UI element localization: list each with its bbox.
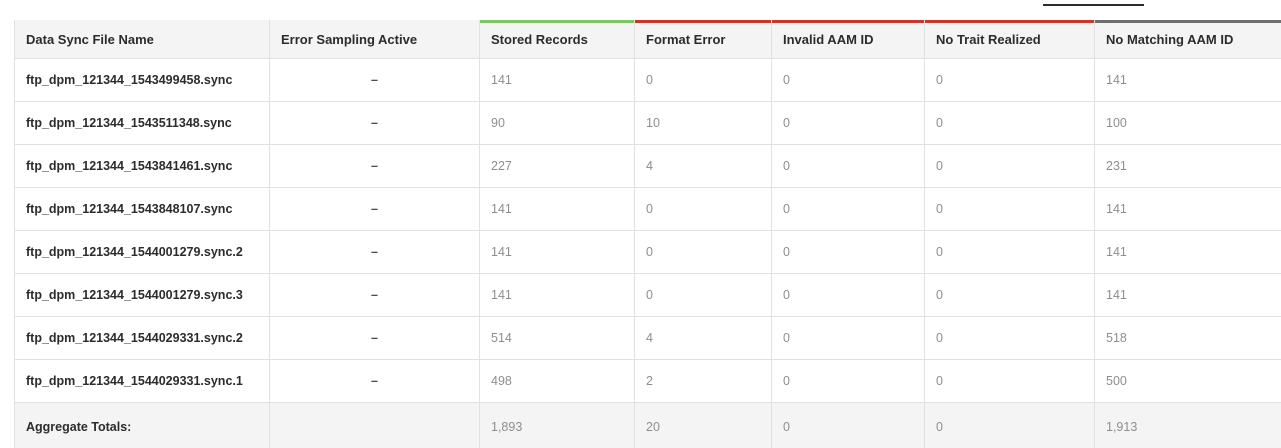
cell-no-trait-realized: 0: [924, 230, 1095, 274]
cell-format-error: 0: [634, 230, 772, 274]
cell-file-name: ftp_dpm_121344_1543848107.sync: [14, 187, 270, 231]
cell-error-sampling: –: [269, 230, 480, 274]
total-invalid-aam-id: 0: [771, 402, 925, 448]
column-accent-bar: [15, 20, 269, 23]
column-accent-bar: [270, 20, 479, 23]
column-accent-bar: [925, 20, 1094, 23]
table-row: ftp_dpm_121344_1543511348.sync – 90 10 0…: [14, 101, 1281, 145]
aggregate-totals-row: Aggregate Totals: 1,893 20 0 0 1,913: [14, 402, 1281, 448]
cell-no-matching-aam-id: 500: [1094, 359, 1281, 403]
cell-invalid-aam-id: 0: [771, 144, 925, 188]
column-header-label: Format Error: [646, 32, 726, 48]
cell-file-name: ftp_dpm_121344_1543841461.sync: [14, 144, 270, 188]
column-accent-bar: [772, 20, 924, 23]
cell-stored-records: 141: [479, 273, 635, 317]
cell-error-sampling: –: [269, 58, 480, 102]
cell-error-sampling: –: [269, 101, 480, 145]
aggregate-totals-label: Aggregate Totals:: [14, 402, 270, 448]
cell-file-name: ftp_dpm_121344_1544029331.sync.1: [14, 359, 270, 403]
cell-stored-records: 227: [479, 144, 635, 188]
cell-stored-records: 141: [479, 187, 635, 231]
column-accent-bar: [480, 20, 634, 23]
cell-error-sampling: –: [269, 273, 480, 317]
table-row: ftp_dpm_121344_1543499458.sync – 141 0 0…: [14, 58, 1281, 102]
column-header-label: Error Sampling Active: [281, 32, 418, 48]
cell-invalid-aam-id: 0: [771, 58, 925, 102]
cell-stored-records: 498: [479, 359, 635, 403]
table-row: ftp_dpm_121344_1543841461.sync – 227 4 0…: [14, 144, 1281, 188]
cell-no-matching-aam-id: 141: [1094, 230, 1281, 274]
cell-no-matching-aam-id: 518: [1094, 316, 1281, 360]
cell-error-sampling: –: [269, 359, 480, 403]
table-header-row: Data Sync File Name Error Sampling Activ…: [14, 20, 1281, 59]
table-row: ftp_dpm_121344_1544001279.sync.2 – 141 0…: [14, 230, 1281, 274]
cell-no-matching-aam-id: 141: [1094, 273, 1281, 317]
cell-stored-records: 141: [479, 58, 635, 102]
cell-no-matching-aam-id: 231: [1094, 144, 1281, 188]
table-row: ftp_dpm_121344_1543848107.sync – 141 0 0…: [14, 187, 1281, 231]
cell-invalid-aam-id: 0: [771, 101, 925, 145]
table-row: ftp_dpm_121344_1544029331.sync.2 – 514 4…: [14, 316, 1281, 360]
cell-invalid-aam-id: 0: [771, 273, 925, 317]
column-header-label: No Trait Realized: [936, 32, 1041, 48]
cell-format-error: 4: [634, 316, 772, 360]
cell-invalid-aam-id: 0: [771, 359, 925, 403]
total-stored-records: 1,893: [479, 402, 635, 448]
column-header-format-error[interactable]: Format Error: [634, 20, 772, 59]
cell-no-trait-realized: 0: [924, 273, 1095, 317]
cell-no-matching-aam-id: 100: [1094, 101, 1281, 145]
data-sync-table: Data Sync File Name Error Sampling Activ…: [14, 20, 1281, 448]
column-header-no-trait-realized[interactable]: No Trait Realized: [924, 20, 1095, 59]
column-header-stored-records[interactable]: Stored Records: [479, 20, 635, 59]
table-row: ftp_dpm_121344_1544001279.sync.3 – 141 0…: [14, 273, 1281, 317]
cell-file-name: ftp_dpm_121344_1543511348.sync: [14, 101, 270, 145]
column-header-label: Stored Records: [491, 32, 588, 48]
column-accent-bar: [635, 20, 771, 23]
cell-format-error: 10: [634, 101, 772, 145]
cell-no-matching-aam-id: 141: [1094, 58, 1281, 102]
cell-file-name: ftp_dpm_121344_1544001279.sync.3: [14, 273, 270, 317]
column-header-no-matching-aam-id[interactable]: No Matching AAM ID: [1094, 20, 1281, 59]
cell-stored-records: 90: [479, 101, 635, 145]
cell-no-trait-realized: 0: [924, 187, 1095, 231]
total-format-error: 20: [634, 402, 772, 448]
page: Data Sync File Name Error Sampling Activ…: [0, 0, 1281, 448]
cell-error-sampling: –: [269, 144, 480, 188]
cell-stored-records: 141: [479, 230, 635, 274]
cell-error-sampling: –: [269, 187, 480, 231]
column-header-label: Invalid AAM ID: [783, 32, 874, 48]
active-tab-underline: [1043, 4, 1144, 6]
column-header-label: Data Sync File Name: [26, 32, 154, 48]
cell-format-error: 0: [634, 187, 772, 231]
cell-no-trait-realized: 0: [924, 359, 1095, 403]
cell-invalid-aam-id: 0: [771, 187, 925, 231]
cell-invalid-aam-id: 0: [771, 230, 925, 274]
cell-no-trait-realized: 0: [924, 101, 1095, 145]
total-error-sampling: [269, 402, 480, 448]
column-accent-bar: [1095, 20, 1281, 23]
table-row: ftp_dpm_121344_1544029331.sync.1 – 498 2…: [14, 359, 1281, 403]
total-no-trait-realized: 0: [924, 402, 1095, 448]
cell-format-error: 2: [634, 359, 772, 403]
cell-file-name: ftp_dpm_121344_1544029331.sync.2: [14, 316, 270, 360]
cell-format-error: 0: [634, 273, 772, 317]
column-header-file-name[interactable]: Data Sync File Name: [14, 20, 270, 59]
cell-no-trait-realized: 0: [924, 58, 1095, 102]
total-no-matching-aam-id: 1,913: [1094, 402, 1281, 448]
cell-no-matching-aam-id: 141: [1094, 187, 1281, 231]
cell-stored-records: 514: [479, 316, 635, 360]
cell-error-sampling: –: [269, 316, 480, 360]
cell-file-name: ftp_dpm_121344_1543499458.sync: [14, 58, 270, 102]
cell-format-error: 0: [634, 58, 772, 102]
column-header-error-sampling[interactable]: Error Sampling Active: [269, 20, 480, 59]
cell-no-trait-realized: 0: [924, 144, 1095, 188]
cell-no-trait-realized: 0: [924, 316, 1095, 360]
cell-format-error: 4: [634, 144, 772, 188]
column-header-label: No Matching AAM ID: [1106, 32, 1234, 48]
column-header-invalid-aam-id[interactable]: Invalid AAM ID: [771, 20, 925, 59]
cell-file-name: ftp_dpm_121344_1544001279.sync.2: [14, 230, 270, 274]
cell-invalid-aam-id: 0: [771, 316, 925, 360]
